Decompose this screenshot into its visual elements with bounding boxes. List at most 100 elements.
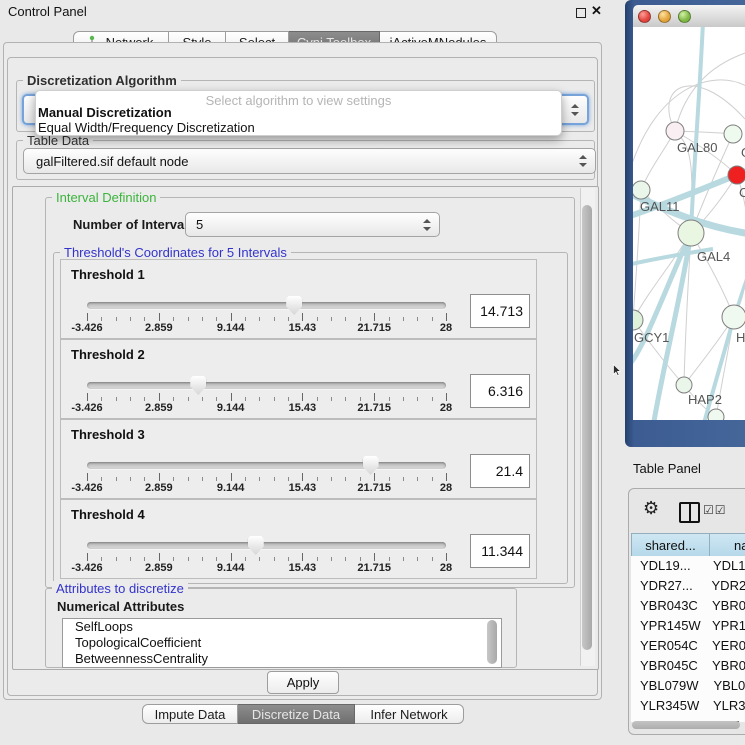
node-label: GAL80 (677, 140, 717, 155)
mac-close-icon[interactable] (638, 10, 651, 23)
gear-icon[interactable]: ⚙ (643, 498, 659, 519)
table-cell[interactable]: YBR043C (631, 596, 710, 616)
bottom-tab-bar: Impute Data Discretize Data Infer Networ… (142, 704, 464, 724)
slider-scale-labels: -3.4262.8599.14415.4321.71528 (87, 562, 446, 574)
threshold-slider[interactable] (87, 462, 446, 469)
attribute-item[interactable]: TopologicalCoefficient (63, 635, 501, 651)
stepper-icon (570, 104, 578, 116)
group-title: Threshold's Coordinates for 5 Intervals (60, 245, 291, 260)
mac-minimize-icon[interactable] (658, 10, 671, 23)
tab-impute-data[interactable]: Impute Data (142, 704, 238, 724)
threshold-slider[interactable] (87, 382, 446, 389)
threshold-row: Threshold 2 -3.4262.8599.14415.4321.7152… (60, 339, 537, 419)
tab-infer-network[interactable]: Infer Network (355, 704, 464, 724)
stepper-icon (578, 155, 586, 167)
settings-scrollbar-thumb[interactable] (582, 205, 592, 650)
node-gal11[interactable] (633, 181, 650, 199)
table-cell[interactable]: YLR3 (711, 696, 745, 716)
table-row[interactable]: YBL079WYBL0 (631, 676, 745, 696)
table-row[interactable]: YBR045CYBR0 (631, 656, 745, 676)
dropdown-option[interactable]: Manual Discretization (36, 106, 561, 121)
network-window-titlebar[interactable] (633, 5, 745, 27)
attribute-item[interactable]: SelfLoops (63, 619, 501, 635)
node-red[interactable] (728, 166, 745, 184)
column-header-shared-name[interactable]: shared... (631, 533, 710, 557)
node-partial-ga[interactable] (724, 125, 742, 143)
attributes-scrollbar-thumb[interactable] (487, 620, 497, 664)
table-cell[interactable]: YPR145W (631, 616, 710, 636)
table-hscrollbar-thumb[interactable] (632, 721, 740, 729)
dropdown-hint: Select algorithm to view settings (36, 91, 561, 106)
group-title: Discretization Algorithm (23, 73, 181, 88)
threshold-value-field[interactable]: 6.316 (470, 374, 530, 408)
network-canvas[interactable]: GAL80 GA C GAL11 GAL4 GCY1 H HAP2 (633, 27, 745, 420)
table-cell[interactable]: YDL19... (631, 556, 711, 576)
float-window-icon[interactable] (576, 8, 586, 18)
threshold-label: Threshold 2 (71, 347, 145, 362)
node-label: GAL11 (640, 199, 680, 214)
node-gal4[interactable] (678, 220, 704, 246)
node-bottom[interactable] (708, 409, 724, 420)
table-row[interactable]: YDR27...YDR2 (631, 576, 745, 596)
combobox-value: galFiltered.sif default node (36, 154, 188, 169)
table-body: YDL19...YDL1YDR27...YDR2YBR043CYBR0YPR14… (631, 556, 745, 722)
apply-button[interactable]: Apply (267, 671, 339, 694)
algorithm-dropdown-popup: Select algorithm to view settings Manual… (35, 90, 562, 136)
threshold-row: Threshold 4 -3.4262.8599.14415.4321.7152… (60, 499, 537, 579)
table-row[interactable]: YPR145WYPR1 (631, 616, 745, 636)
num-intervals-label: Number of Intervals (73, 217, 195, 232)
threshold-label: Threshold 3 (71, 427, 145, 442)
node-label: HAP2 (688, 392, 722, 407)
combobox-value: 5 (196, 217, 203, 232)
table-cell[interactable]: YBL079W (631, 676, 711, 696)
tab-label: Discretize Data (252, 707, 340, 722)
numerical-attributes-label: Numerical Attributes (57, 599, 184, 614)
threshold-value-field[interactable]: 11.344 (470, 534, 530, 568)
slider-ticks (87, 313, 446, 322)
tab-label: Impute Data (155, 707, 226, 722)
node-label: GCY1 (634, 330, 669, 345)
node-partial-h[interactable] (722, 305, 745, 329)
table-cell[interactable]: YDR27... (631, 576, 710, 596)
dropdown-option[interactable]: Equal Width/Frequency Discretization (36, 121, 561, 136)
attributes-list[interactable]: SelfLoopsTopologicalCoefficientBetweenne… (62, 618, 502, 668)
table-cell[interactable]: YER054C (631, 636, 710, 656)
node-gcy1[interactable] (633, 310, 643, 330)
threshold-slider[interactable] (87, 542, 446, 549)
table-cell[interactable]: YER0 (710, 636, 745, 656)
table-cell[interactable]: YBR0 (710, 596, 745, 616)
close-icon[interactable]: ✕ (591, 3, 602, 19)
table-cell[interactable]: YBL0 (711, 676, 745, 696)
node-label: GAL4 (697, 249, 730, 264)
node-gal80[interactable] (666, 122, 684, 140)
table-row[interactable]: YER054CYER0 (631, 636, 745, 656)
group-title: Interval Definition (52, 190, 160, 205)
table-data-combobox[interactable]: galFiltered.sif default node (23, 148, 596, 174)
network-graph: GAL80 GA C GAL11 GAL4 GCY1 H HAP2 (633, 27, 745, 420)
table-cell[interactable]: YBR0 (710, 656, 745, 676)
threshold-value-field[interactable]: 21.4 (470, 454, 530, 488)
tab-discretize-data[interactable]: Discretize Data (238, 704, 355, 724)
threshold-slider[interactable] (87, 302, 446, 309)
threshold-value-field[interactable]: 14.713 (470, 294, 530, 328)
node-hap2[interactable] (676, 377, 692, 393)
table-row[interactable]: YBR043CYBR0 (631, 596, 745, 616)
attribute-item[interactable]: BetweennessCentrality (63, 651, 501, 667)
stepper-icon (422, 219, 430, 231)
column-header-name[interactable]: na (709, 533, 745, 557)
threshold-label: Threshold 4 (71, 507, 145, 522)
select-columns-icon[interactable]: ☑☑ (703, 503, 727, 517)
table-cell[interactable]: YDR2 (710, 576, 745, 596)
slider-scale-labels: -3.4262.8599.14415.4321.71528 (87, 482, 446, 494)
node-label: C (739, 185, 745, 200)
num-intervals-combobox[interactable]: 5 (185, 212, 440, 237)
split-columns-icon[interactable] (679, 502, 700, 523)
table-cell[interactable]: YBR045C (631, 656, 710, 676)
table-cell[interactable]: YDL1 (711, 556, 745, 576)
slider-ticks (87, 393, 446, 402)
table-row[interactable]: YLR345WYLR3 (631, 696, 745, 716)
table-row[interactable]: YDL19...YDL1 (631, 556, 745, 576)
mac-zoom-icon[interactable] (678, 10, 691, 23)
table-cell[interactable]: YPR1 (710, 616, 745, 636)
table-cell[interactable]: YLR345W (631, 696, 711, 716)
